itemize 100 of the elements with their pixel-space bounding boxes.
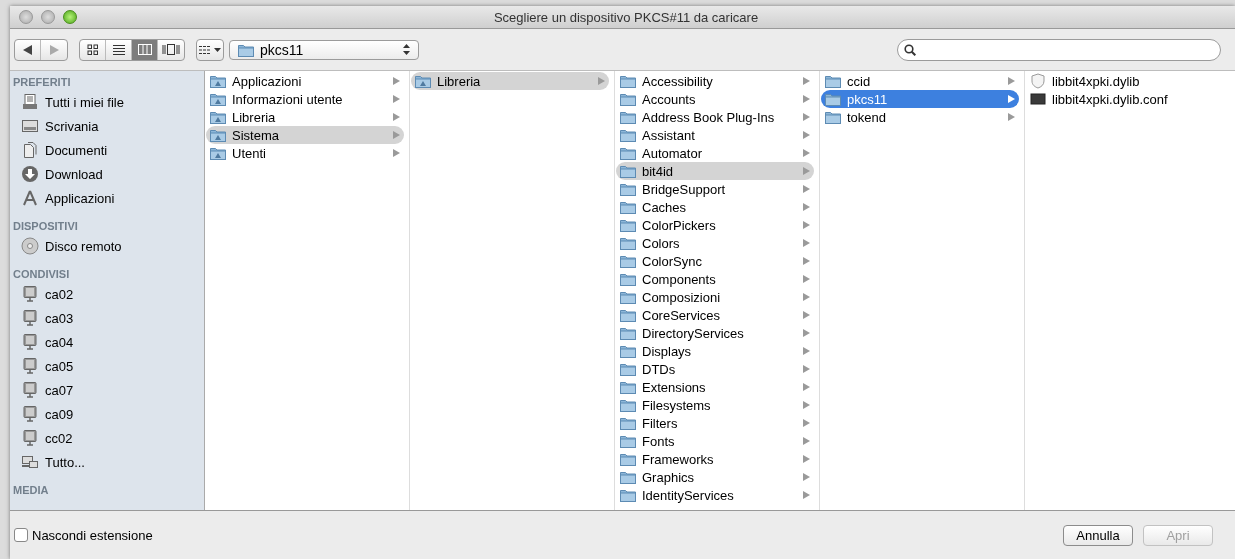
file-item[interactable]: ccid bbox=[821, 72, 1019, 90]
chevron-icon bbox=[803, 221, 810, 229]
file-item[interactable]: ColorPickers bbox=[616, 216, 814, 234]
chevron-icon bbox=[393, 95, 400, 103]
chevron-icon bbox=[803, 419, 810, 427]
file-item[interactable]: Libreria bbox=[206, 108, 404, 126]
file-item[interactable]: libbit4xpki.dylib bbox=[1026, 72, 1230, 90]
file-item[interactable]: Libreria bbox=[411, 72, 609, 90]
folder-icon bbox=[620, 110, 636, 124]
file-item[interactable]: Utenti bbox=[206, 144, 404, 162]
file-item[interactable]: Caches bbox=[616, 198, 814, 216]
folder-icon bbox=[620, 236, 636, 250]
file-item[interactable]: Filters bbox=[616, 414, 814, 432]
file-item[interactable]: IdentityServices bbox=[616, 486, 814, 504]
folder-icon bbox=[620, 326, 636, 340]
file-item[interactable]: CoreServices bbox=[616, 306, 814, 324]
file-item[interactable]: Accounts bbox=[616, 90, 814, 108]
zoom-button[interactable] bbox=[63, 10, 77, 24]
folder-icon bbox=[620, 254, 636, 268]
file-item[interactable]: Address Book Plug-Ins bbox=[616, 108, 814, 126]
search-field[interactable] bbox=[897, 38, 1221, 61]
checkbox[interactable] bbox=[14, 528, 28, 542]
grid-caret-icon bbox=[199, 44, 221, 55]
file-item[interactable]: BridgeSupport bbox=[616, 180, 814, 198]
sidebar-item[interactable]: ca09 bbox=[10, 402, 204, 426]
file-item[interactable]: Applicazioni bbox=[206, 72, 404, 90]
sidebar-item[interactable]: Applicazioni bbox=[10, 186, 204, 210]
chevron-icon bbox=[803, 365, 810, 373]
file-item[interactable]: Automator bbox=[616, 144, 814, 162]
folder-icon bbox=[620, 128, 636, 142]
folder-icon bbox=[620, 416, 636, 430]
file-item[interactable]: Graphics bbox=[616, 468, 814, 486]
file-item[interactable]: Displays bbox=[616, 342, 814, 360]
path-popup[interactable]: pkcs11 bbox=[229, 39, 419, 60]
sidebar-item[interactable]: Disco remoto bbox=[10, 234, 204, 258]
folder-icon bbox=[620, 380, 636, 394]
file-item[interactable]: Frameworks bbox=[616, 450, 814, 468]
file-item[interactable]: Accessibility bbox=[616, 72, 814, 90]
sidebar-item[interactable]: Download bbox=[10, 162, 204, 186]
chevron-icon bbox=[803, 491, 810, 499]
chevron-icon bbox=[803, 347, 810, 355]
file-item[interactable]: ColorSync bbox=[616, 252, 814, 270]
file-item[interactable]: Filesystems bbox=[616, 396, 814, 414]
columns-icon bbox=[137, 44, 152, 55]
file-item[interactable]: Sistema bbox=[206, 126, 404, 144]
applications-icon bbox=[21, 189, 39, 207]
sidebar-item[interactable]: ca03 bbox=[10, 306, 204, 330]
folder-icon bbox=[620, 452, 636, 466]
sidebar-item[interactable]: ca05 bbox=[10, 354, 204, 378]
sidebar-item[interactable]: Scrivania bbox=[10, 114, 204, 138]
folder-icon bbox=[620, 434, 636, 448]
file-item[interactable]: bit4id bbox=[616, 162, 814, 180]
file-item[interactable]: Informazioni utente bbox=[206, 90, 404, 108]
folder-icon bbox=[825, 110, 841, 124]
file-item[interactable]: Assistant bbox=[616, 126, 814, 144]
download-icon bbox=[21, 165, 39, 183]
file-item[interactable]: Colors bbox=[616, 234, 814, 252]
folder-icon bbox=[620, 344, 636, 358]
file-item[interactable]: Composizioni bbox=[616, 288, 814, 306]
sidebar-item[interactable]: Tutti i miei file bbox=[10, 90, 204, 114]
folder-icon bbox=[620, 164, 636, 178]
file-item[interactable]: Components bbox=[616, 270, 814, 288]
sidebar-item[interactable]: ca02 bbox=[10, 282, 204, 306]
close-button[interactable] bbox=[19, 10, 33, 24]
chevron-icon bbox=[803, 437, 810, 445]
folder-icon bbox=[415, 74, 431, 88]
file-item[interactable]: Fonts bbox=[616, 432, 814, 450]
chevron-icon bbox=[803, 383, 810, 391]
file-item[interactable]: pkcs11 bbox=[821, 90, 1019, 108]
file-item[interactable]: tokend bbox=[821, 108, 1019, 126]
file-item[interactable]: DirectoryServices bbox=[616, 324, 814, 342]
network-computers-icon bbox=[21, 453, 39, 471]
monitor-icon bbox=[21, 429, 39, 447]
sidebar-item[interactable]: cc02 bbox=[10, 426, 204, 450]
search-icon bbox=[904, 43, 916, 56]
monitor-icon bbox=[21, 285, 39, 303]
file-cabinet-icon bbox=[21, 93, 39, 111]
sidebar-item[interactable]: ca07 bbox=[10, 378, 204, 402]
chevron-icon bbox=[803, 275, 810, 283]
chevron-icon bbox=[803, 401, 810, 409]
sidebar-item[interactable]: Documenti bbox=[10, 138, 204, 162]
documents-icon bbox=[21, 141, 39, 159]
desktop-icon bbox=[21, 117, 39, 135]
folder-icon bbox=[620, 272, 636, 286]
chevron-icon bbox=[803, 149, 810, 157]
minimize-button[interactable] bbox=[41, 10, 55, 24]
arrange-button[interactable] bbox=[196, 38, 224, 61]
folder-icon bbox=[825, 92, 841, 106]
sidebar-item[interactable]: Tutto... bbox=[10, 450, 204, 474]
chevron-icon bbox=[803, 167, 810, 175]
disc-icon bbox=[21, 237, 39, 255]
file-item[interactable]: DTDs bbox=[616, 360, 814, 378]
chevron-icon bbox=[803, 77, 810, 85]
monitor-icon bbox=[21, 333, 39, 351]
file-item[interactable]: libbit4xpki.dylib.conf bbox=[1026, 90, 1230, 108]
folder-icon bbox=[620, 218, 636, 232]
sidebar-item[interactable]: ca04 bbox=[10, 330, 204, 354]
action-button[interactable]: Annulla bbox=[1063, 524, 1133, 546]
sidebar-heading: CONDIVISI bbox=[12, 267, 71, 282]
file-item[interactable]: Extensions bbox=[616, 378, 814, 396]
